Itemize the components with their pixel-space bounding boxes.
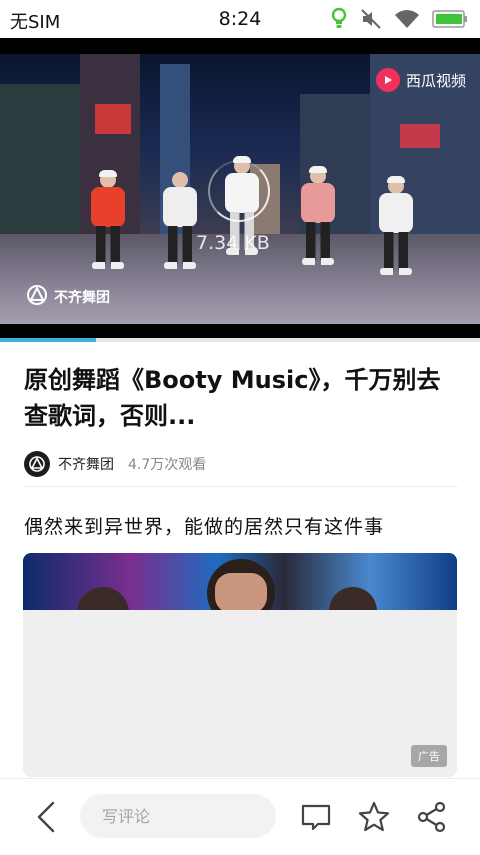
- video-progress-bar[interactable]: [0, 338, 480, 342]
- xigua-brand-label: 西瓜视频: [405, 71, 466, 90]
- building: [400, 124, 440, 148]
- share-icon: [417, 801, 446, 833]
- dancer: [298, 166, 338, 268]
- comment-input[interactable]: [80, 794, 276, 838]
- dancer: [88, 170, 128, 272]
- ad-card[interactable]: 广告: [23, 553, 457, 777]
- mute-icon: [360, 8, 382, 30]
- star-icon: [358, 801, 390, 832]
- ad-label: 广告: [411, 745, 447, 767]
- bottom-bar: [0, 778, 480, 855]
- status-icons: [330, 6, 468, 32]
- back-button[interactable]: [30, 799, 62, 835]
- ad-image[interactable]: [23, 553, 457, 639]
- share-button[interactable]: [414, 799, 450, 835]
- status-bar: 无SIM 8:24: [0, 0, 480, 38]
- battery-icon: [432, 10, 468, 28]
- divider: [24, 486, 458, 487]
- back-arrow-icon: [37, 801, 55, 833]
- loading-spinner: [208, 160, 270, 222]
- xigua-logo-icon: [375, 68, 400, 92]
- comment-button[interactable]: [298, 799, 334, 835]
- video-title: 原创舞蹈《Booty Music》，千万别去查歌词，否则...: [24, 366, 441, 430]
- ad-artwork: [77, 559, 377, 639]
- author-name[interactable]: 不齐舞团: [58, 454, 114, 474]
- building: [0, 84, 80, 254]
- video-progress-fill: [0, 338, 96, 342]
- recommended-title[interactable]: 偶然来到异世界，能做的居然只有这件事: [24, 512, 464, 539]
- favorite-button[interactable]: [356, 799, 392, 835]
- author-avatar[interactable]: [24, 451, 50, 477]
- channel-watermark: 不齐舞团: [26, 284, 110, 310]
- author-row[interactable]: 不齐舞团 4.7万次观看: [24, 450, 206, 478]
- loading-speed: 7.34 KB: [196, 232, 270, 254]
- dancer: [376, 176, 416, 278]
- xigua-brand-badge: 西瓜视频: [375, 68, 466, 92]
- watermark-label: 不齐舞团: [54, 290, 110, 306]
- dancer-logo-icon: [26, 284, 48, 310]
- view-count: 4.7万次观看: [128, 457, 207, 473]
- video-player[interactable]: 西瓜视频 7.34 KB 不齐舞团: [0, 38, 480, 338]
- bulb-icon: [330, 7, 348, 31]
- dancer: [160, 172, 200, 272]
- wifi-icon: [394, 9, 420, 29]
- building: [95, 104, 131, 134]
- comment-icon: [301, 804, 331, 831]
